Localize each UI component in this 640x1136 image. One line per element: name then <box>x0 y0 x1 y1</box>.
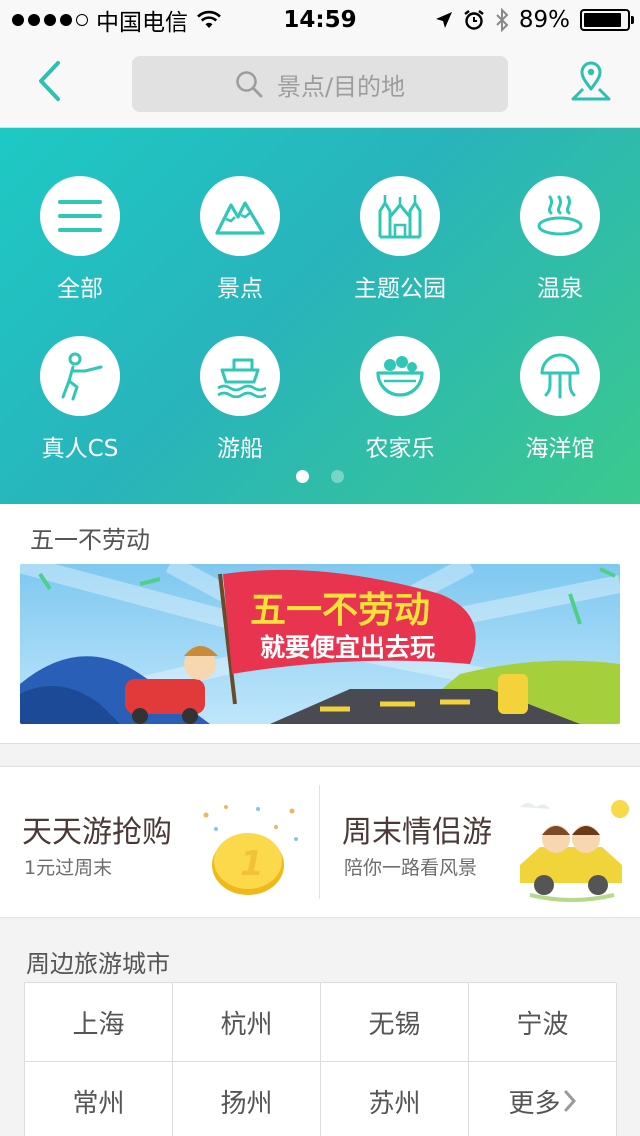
map-location-button[interactable] <box>566 54 616 108</box>
daily-deal-card[interactable]: 天天游抢购 1元过周末 1 <box>0 767 320 917</box>
map-pin-icon <box>571 61 611 101</box>
deal-title: 周末情侣游 <box>342 815 492 850</box>
city-grid: 上海 杭州 无锡 宁波 常州 扬州 苏州 更多 <box>24 982 617 1136</box>
banner-subheadline: 就要便宜出去玩 <box>260 633 435 662</box>
deal-subtitle: 1元过周末 <box>24 857 113 879</box>
city-item[interactable]: 无锡 <box>321 983 469 1062</box>
category-label: 主题公园 <box>354 276 446 302</box>
bluetooth-icon <box>496 8 509 32</box>
couple-trip-card[interactable]: 周末情侣游 陪你一路看风景 <box>320 767 640 917</box>
city-item[interactable]: 苏州 <box>321 1062 469 1136</box>
promo-section: 五一不劳动 五一不劳动 就要便宜出去玩 <box>0 504 640 744</box>
chevron-right-icon <box>564 1090 576 1112</box>
category-hot-spring[interactable]: 温泉 <box>480 176 640 302</box>
promo-title: 五一不劳动 <box>30 526 150 554</box>
category-label: 农家乐 <box>365 436 435 462</box>
page-indicator <box>0 470 640 483</box>
location-arrow-icon <box>435 12 452 28</box>
promo-banner[interactable]: 五一不劳动 就要便宜出去玩 <box>20 564 620 724</box>
castle-icon <box>360 176 440 256</box>
category-laser-tag[interactable]: 真人CS <box>0 336 160 462</box>
category-theme-park[interactable]: 主题公园 <box>320 176 480 302</box>
jellyfish-icon <box>520 336 600 416</box>
category-farm-stay[interactable]: 农家乐 <box>320 336 480 462</box>
gold-coin-icon: 1 <box>203 805 298 895</box>
category-label: 全部 <box>57 276 103 302</box>
battery-level <box>584 13 622 27</box>
hot-spring-icon <box>520 176 600 256</box>
chevron-left-icon <box>39 61 60 101</box>
alarm-icon <box>464 10 484 30</box>
city-item[interactable]: 宁波 <box>469 983 617 1062</box>
status-bar: 中国电信 14:59 89% <box>0 0 640 40</box>
search-input[interactable]: 景点/目的地 <box>132 56 508 112</box>
category-cruise[interactable]: 游船 <box>160 336 320 462</box>
deal-subtitle: 陪你一路看风景 <box>344 857 478 879</box>
boat-icon <box>200 336 280 416</box>
menu-icon <box>40 176 120 256</box>
category-label: 温泉 <box>537 276 583 302</box>
shooter-icon <box>40 336 120 416</box>
search-placeholder: 景点/目的地 <box>276 72 406 101</box>
category-label: 景点 <box>217 276 263 302</box>
more-label: 更多 <box>508 1088 561 1119</box>
nav-bar: 景点/目的地 <box>0 40 640 128</box>
city-item[interactable]: 上海 <box>25 983 173 1062</box>
city-item[interactable]: 扬州 <box>173 1062 321 1136</box>
search-icon <box>236 71 263 98</box>
mountain-icon <box>200 176 280 256</box>
category-label: 真人CS <box>41 436 119 462</box>
couple-car-icon <box>520 800 629 902</box>
wifi-icon <box>197 10 221 28</box>
back-button[interactable] <box>24 54 74 108</box>
category-grid: 全部 景点 主题公园 温泉 真人CS 游船 农家乐 海洋馆 <box>0 128 640 504</box>
category-scenic[interactable]: 景点 <box>160 176 320 302</box>
signal-strength-icon <box>12 14 88 26</box>
deal-title: 天天游抢购 <box>22 815 172 850</box>
more-cities-button[interactable]: 更多 <box>469 1062 617 1136</box>
svg-text:1: 1 <box>240 844 264 884</box>
city-item[interactable]: 杭州 <box>173 983 321 1062</box>
battery-icon <box>580 9 634 31</box>
nearby-cities-title: 周边旅游城市 <box>26 950 170 978</box>
battery-percent: 89% <box>518 7 570 33</box>
carrier-name: 中国电信 <box>96 10 188 36</box>
category-label: 游船 <box>217 436 263 462</box>
page-dot-active[interactable] <box>296 470 309 483</box>
deals-strip: 天天游抢购 1元过周末 1 周末情侣游 陪你一路看风景 <box>0 766 640 918</box>
banner-headline: 五一不劳动 <box>250 590 430 631</box>
category-label: 海洋馆 <box>525 436 595 462</box>
city-item[interactable]: 常州 <box>25 1062 173 1136</box>
category-all[interactable]: 全部 <box>0 176 160 302</box>
category-aquarium[interactable]: 海洋馆 <box>480 336 640 462</box>
page-dot[interactable] <box>331 470 344 483</box>
fruit-bowl-icon <box>360 336 440 416</box>
